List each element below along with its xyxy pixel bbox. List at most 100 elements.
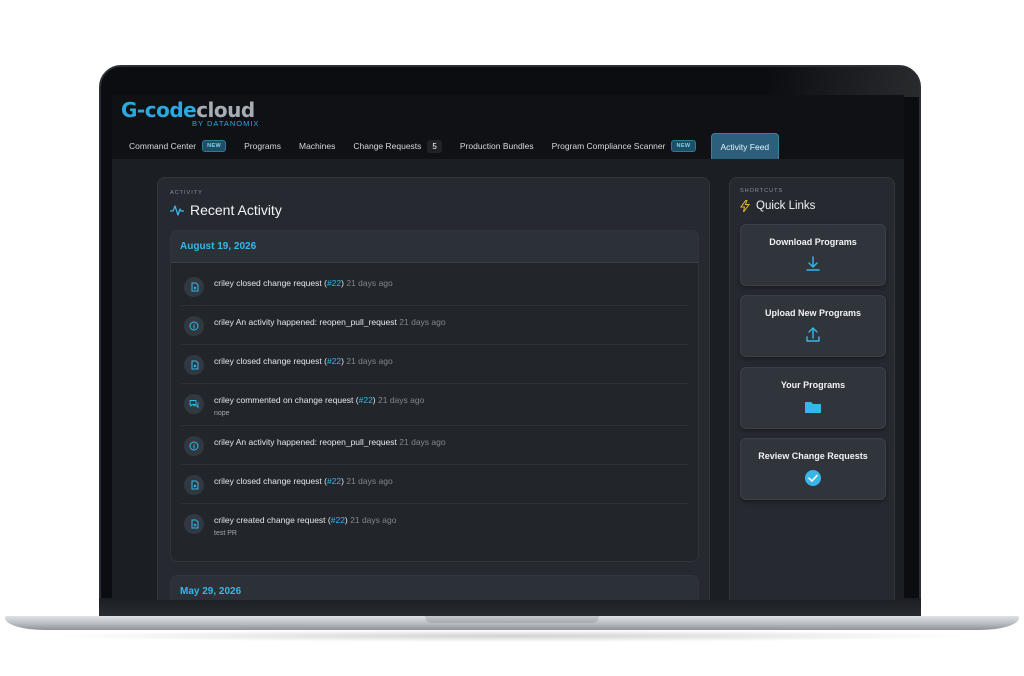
activity-user[interactable]: criley [214, 437, 234, 447]
check-circle-icon [805, 470, 821, 486]
shortcut-label: Download Programs [769, 237, 857, 247]
logo-gcode: G-code [121, 98, 197, 122]
info-circle-icon [189, 441, 199, 451]
activity-time: 21 days ago [378, 395, 425, 405]
activity-item: criley closed change request (#22) 21 da… [180, 267, 689, 306]
activity-content: criley commented on change request (#22)… [214, 392, 424, 417]
download-programs-button[interactable]: Download Programs [740, 224, 886, 286]
activity-icon-wrap [184, 436, 204, 456]
activity-user[interactable]: criley [214, 395, 234, 405]
activity-time: 21 days ago [399, 437, 446, 447]
tab-program-compliance-scanner[interactable]: Program Compliance Scanner NEW [543, 133, 705, 159]
activity-list: criley closed change request (#22) 21 da… [171, 263, 698, 545]
panel-eyebrow: SHORTCUTS [740, 188, 784, 194]
day-header: August 19, 2026 [171, 231, 698, 263]
panel-eyebrow: ACTIVITY [170, 190, 203, 196]
activity-user[interactable]: criley [214, 515, 234, 525]
activity-content: criley An activity happened: reopen_pull… [214, 314, 446, 329]
activity-time: 21 days ago [346, 278, 393, 288]
quick-links-panel: SHORTCUTS Quick Links Download Programs … [729, 177, 895, 600]
activity-time: 21 days ago [346, 356, 393, 366]
shortcut-label: Your Programs [780, 380, 846, 390]
activity-icon-wrap [184, 355, 204, 375]
new-badge: NEW [202, 140, 227, 152]
activity-action: An activity happened: reopen_pull_reques… [235, 437, 397, 447]
tab-label: Production Bundles [459, 141, 534, 151]
activity-icon-wrap [184, 475, 204, 495]
download-icon [806, 256, 820, 271]
activity-icon-wrap [184, 514, 204, 534]
tab-command-center[interactable]: Command Center NEW [112, 133, 235, 159]
gcodecloud-logo[interactable]: G-codecloud BY DATANOMIX [121, 98, 259, 128]
laptop-bezel [99, 598, 921, 618]
comment-icon [189, 400, 199, 409]
panel-title: Recent Activity [170, 202, 282, 218]
pull-request-closed-icon [191, 360, 199, 370]
folder-icon [805, 402, 821, 413]
activity-action: An activity happened: reopen_pull_reques… [235, 317, 397, 327]
main-nav-tabs: Command Center NEW Programs Machines Cha… [112, 133, 904, 159]
day-header: May 29, 2026 [171, 576, 698, 600]
activity-text: criley An activity happened: reopen_pull… [214, 434, 446, 449]
change-request-link[interactable]: #22 [327, 356, 341, 366]
panel-title: Quick Links [740, 200, 815, 212]
review-change-requests-button[interactable]: Review Change Requests [740, 438, 886, 500]
activity-time: 21 days ago [399, 317, 446, 327]
activity-action-close: ) [341, 476, 344, 486]
activity-user[interactable]: criley [214, 476, 234, 486]
activity-day-group: May 29, 2026 [170, 575, 699, 600]
activity-action: commented on change request ( [236, 395, 359, 405]
upload-icon [806, 327, 820, 342]
lightning-bolt-icon [740, 200, 750, 212]
activity-item: criley created change request (#22) 21 d… [180, 504, 689, 545]
activity-item: criley closed change request (#22) 21 da… [180, 345, 689, 384]
activity-user[interactable]: criley [214, 317, 234, 327]
tab-label: Program Compliance Scanner [551, 141, 666, 151]
day-date: May 29, 2026 [180, 586, 242, 597]
activity-action: closed change request ( [236, 356, 327, 366]
tab-label: Activity Feed [720, 141, 770, 152]
activity-content: criley closed change request (#22) 21 da… [214, 473, 393, 488]
activity-note: test PR [214, 530, 237, 537]
tab-programs[interactable]: Programs [235, 133, 290, 159]
laptop-notch [425, 616, 599, 623]
change-requests-count-badge: 5 [427, 139, 442, 153]
activity-action: closed change request ( [236, 476, 327, 486]
info-circle-icon [189, 321, 199, 331]
new-badge: NEW [671, 140, 696, 152]
activity-action-close: ) [344, 515, 348, 525]
tab-label: Machines [298, 141, 336, 151]
tab-production-bundles[interactable]: Production Bundles [451, 133, 543, 159]
pull-request-closed-icon [191, 480, 199, 490]
your-programs-button[interactable]: Your Programs [740, 367, 886, 429]
recent-activity-title: Recent Activity [190, 202, 282, 218]
tab-change-requests[interactable]: Change Requests 5 [344, 133, 451, 159]
pull-request-closed-icon [191, 282, 199, 292]
shortcut-label: Review Change Requests [758, 451, 868, 461]
lid-sheen [769, 67, 919, 97]
activity-text: criley commented on change request (#22)… [214, 392, 424, 407]
tab-activity-feed[interactable]: Activity Feed [710, 133, 780, 159]
activity-action: created change request ( [236, 515, 331, 525]
laptop-shadow [40, 630, 984, 642]
change-request-link[interactable]: #22 [327, 476, 341, 486]
shortcut-label: Upload New Programs [764, 308, 862, 318]
activity-icon-wrap [184, 394, 204, 414]
change-request-link[interactable]: #22 [327, 278, 341, 288]
day-date: August 19, 2026 [180, 241, 257, 252]
tab-machines[interactable]: Machines [290, 133, 344, 159]
activity-item: criley closed change request (#22) 21 da… [180, 465, 689, 504]
app-screen: G-codecloud BY DATANOMIX Command Center … [112, 95, 904, 600]
activity-user[interactable]: criley [214, 278, 234, 288]
activity-content: criley An activity happened: reopen_pull… [214, 434, 446, 449]
activity-item: criley An activity happened: reopen_pull… [180, 306, 689, 345]
activity-action-close: ) [341, 278, 344, 288]
activity-action-close: ) [372, 395, 376, 405]
upload-new-programs-button[interactable]: Upload New Programs [740, 295, 886, 357]
activity-pulse-icon [170, 205, 184, 216]
activity-action: closed change request ( [236, 278, 327, 288]
activity-icon-wrap [184, 316, 204, 336]
change-request-link[interactable]: #22 [359, 395, 373, 405]
change-request-link[interactable]: #22 [331, 515, 345, 525]
activity-user[interactable]: criley [214, 356, 234, 366]
